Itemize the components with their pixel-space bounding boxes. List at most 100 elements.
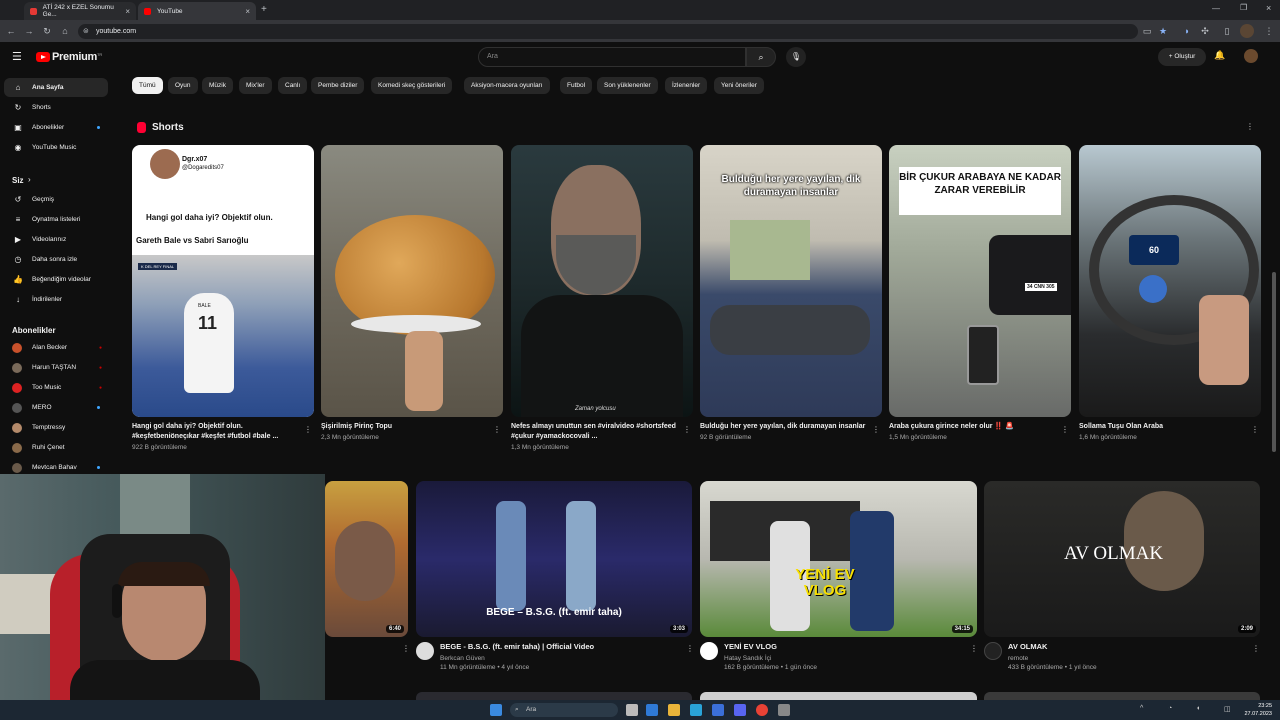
- sidebar-item[interactable]: ↺ Geçmiş: [4, 190, 108, 209]
- short-more-icon[interactable]: ⋮: [683, 425, 691, 434]
- video-thumbnail[interactable]: AV OLMAK 2:09: [984, 481, 1260, 637]
- account-avatar[interactable]: [1244, 49, 1258, 63]
- video-thumbnail[interactable]: YENİ EV VLOG 34:15: [700, 481, 977, 637]
- short-more-icon[interactable]: ⋮: [493, 425, 501, 434]
- profile-avatar-icon[interactable]: [1240, 24, 1254, 38]
- short-more-icon[interactable]: ⋮: [1061, 425, 1069, 434]
- video-thumbnail[interactable]: [416, 692, 692, 700]
- filter-chip[interactable]: Tümü: [132, 77, 163, 94]
- channel-avatar[interactable]: [416, 642, 434, 660]
- create-button[interactable]: + Oluştur: [1158, 48, 1206, 66]
- short-thumbnail[interactable]: [321, 145, 503, 417]
- chrome-icon[interactable]: [756, 704, 768, 716]
- channel-name[interactable]: Berkcan Güven: [440, 655, 680, 662]
- filter-chip[interactable]: Pembe diziler: [311, 77, 365, 94]
- notifications-bell-icon[interactable]: 🔔: [1214, 50, 1225, 61]
- short-title[interactable]: Şişirilmiş Pirinç Topu: [321, 422, 491, 432]
- system-clock[interactable]: 23:25 27.07.2023: [1244, 702, 1272, 718]
- cast-icon[interactable]: ▭: [1140, 24, 1154, 38]
- home-button-icon[interactable]: ⌂: [58, 24, 72, 38]
- app-icon[interactable]: [778, 704, 790, 716]
- sidebar-item[interactable]: ◷ Daha sonra izle: [4, 250, 108, 269]
- sidebar-item[interactable]: ↻ Shorts: [4, 98, 108, 117]
- filter-chip[interactable]: Futbol: [560, 77, 593, 94]
- forward-arrow-icon[interactable]: →: [22, 24, 36, 38]
- short-thumbnail[interactable]: Bulduğu her yere yayılan, dik duramayan …: [700, 145, 882, 417]
- hamburger-menu-icon[interactable]: ☰: [12, 50, 22, 63]
- search-input[interactable]: Ara: [478, 47, 746, 67]
- volume-icon[interactable]: ◖: [1196, 705, 1200, 712]
- shelf-more-icon[interactable]: ⋮: [1246, 122, 1254, 131]
- browser-tab[interactable]: ATİ 242 x EZEL Sonumu Ge... ×: [24, 2, 136, 20]
- voice-search-button[interactable]: 🎙: [786, 47, 806, 67]
- sidebar-subscription[interactable]: Alan Becker ●: [4, 338, 108, 357]
- tray-chevron-icon[interactable]: ^: [1140, 705, 1143, 712]
- video-title[interactable]: YENİ EV VLOG: [724, 642, 964, 651]
- short-title[interactable]: Araba çukura girince neler olur ‼️ 🚨: [889, 422, 1059, 432]
- search-button[interactable]: ⌕: [746, 47, 776, 67]
- video-title[interactable]: BEGE - B.S.G. (ft. emir taha) | Official…: [440, 642, 680, 651]
- browser-tab-active[interactable]: YouTube ×: [138, 2, 256, 20]
- filter-chip[interactable]: Oyun: [168, 77, 198, 94]
- minimize-button[interactable]: —: [1212, 4, 1220, 13]
- taskbar-search[interactable]: ⌕ Ara: [510, 703, 618, 717]
- video-more-icon[interactable]: ⋮: [1252, 644, 1260, 653]
- sidebar-subscription[interactable]: Temptressy: [4, 418, 108, 437]
- sidebar-subscription[interactable]: Ruhi Çenet: [4, 438, 108, 457]
- short-title[interactable]: Nefes almayı unuttun sen #viralvideo #sh…: [511, 422, 681, 442]
- sidebar-subscription[interactable]: Harun TAŞTAN ●: [4, 358, 108, 377]
- video-thumbnail[interactable]: [984, 692, 1260, 700]
- sidebar-item[interactable]: ⌂ Ana Sayfa: [4, 78, 108, 97]
- task-view-icon[interactable]: [626, 704, 638, 716]
- site-info-icon[interactable]: ⊜: [83, 24, 89, 39]
- edge-icon[interactable]: [690, 704, 702, 716]
- channel-avatar[interactable]: [700, 642, 718, 660]
- copilot-icon[interactable]: [646, 704, 658, 716]
- close-icon[interactable]: ×: [245, 7, 250, 16]
- filter-chip[interactable]: Mix'ler: [239, 77, 272, 94]
- sidebar-item[interactable]: ↓ İndirilenler: [4, 290, 108, 309]
- discord-icon[interactable]: [734, 704, 746, 716]
- video-thumbnail[interactable]: 6:40: [325, 481, 408, 637]
- short-more-icon[interactable]: ⋮: [1251, 425, 1259, 434]
- maximize-button[interactable]: ❐: [1240, 3, 1247, 12]
- sidebar-item[interactable]: ▣ Abonelikler: [4, 118, 108, 137]
- short-more-icon[interactable]: ⋮: [304, 425, 312, 434]
- channel-name[interactable]: remote: [1008, 655, 1248, 662]
- side-panel-icon[interactable]: ▯: [1220, 24, 1234, 38]
- short-title[interactable]: Bulduğu her yere yayılan, dik duramayan …: [700, 422, 870, 432]
- filter-chip[interactable]: İzlenenler: [665, 77, 708, 94]
- sidebar-item[interactable]: 👍 Beğendiğim videolar: [4, 270, 108, 289]
- filter-chip[interactable]: Aksiyon-macera oyunları: [464, 77, 550, 94]
- filter-chip[interactable]: Komedi skeç gösterileri: [371, 77, 453, 94]
- bookmark-star-icon[interactable]: ★: [1156, 24, 1170, 38]
- short-title[interactable]: Sollama Tuşu Olan Araba: [1079, 422, 1249, 432]
- sidebar-subscription[interactable]: MERO: [4, 398, 108, 417]
- filter-chip[interactable]: Yeni öneriler: [714, 77, 764, 94]
- page-scrollbar[interactable]: [1272, 272, 1276, 452]
- sidebar-item[interactable]: ▶ Videolarınız: [4, 230, 108, 249]
- new-tab-button[interactable]: +: [261, 4, 267, 15]
- extensions-puzzle-icon[interactable]: ✣: [1198, 24, 1212, 38]
- short-thumbnail[interactable]: Zaman yolcusu: [511, 145, 693, 417]
- channel-avatar[interactable]: [984, 642, 1002, 660]
- filter-chip[interactable]: Müzik: [202, 77, 233, 94]
- window-close-button[interactable]: ×: [1266, 3, 1271, 13]
- video-more-icon[interactable]: ⋮: [686, 644, 694, 653]
- video-thumbnail[interactable]: [700, 692, 977, 700]
- extension-icon[interactable]: ◗: [1180, 24, 1194, 38]
- youtube-premium-logo[interactable]: Premium TR: [36, 51, 102, 63]
- browser-menu-icon[interactable]: ⋮: [1262, 24, 1276, 38]
- short-thumbnail[interactable]: 60: [1079, 145, 1261, 417]
- short-thumbnail[interactable]: Dgr.x07 @Dogaredits07 Hangi gol daha iyi…: [132, 145, 314, 417]
- video-more-icon[interactable]: ⋮: [402, 644, 410, 653]
- address-bar[interactable]: ⊜ youtube.com: [78, 24, 1138, 39]
- short-more-icon[interactable]: ⋮: [872, 425, 880, 434]
- store-icon[interactable]: [712, 704, 724, 716]
- you-section-header[interactable]: Siz: [12, 176, 24, 185]
- reload-icon[interactable]: ↻: [40, 24, 54, 38]
- short-title[interactable]: Hangi gol daha iyi? Objektif olun. #keşf…: [132, 422, 302, 442]
- video-more-icon[interactable]: ⋮: [970, 644, 978, 653]
- back-arrow-icon[interactable]: ←: [4, 24, 18, 38]
- channel-name[interactable]: Hatay Sandık İçi: [724, 655, 964, 662]
